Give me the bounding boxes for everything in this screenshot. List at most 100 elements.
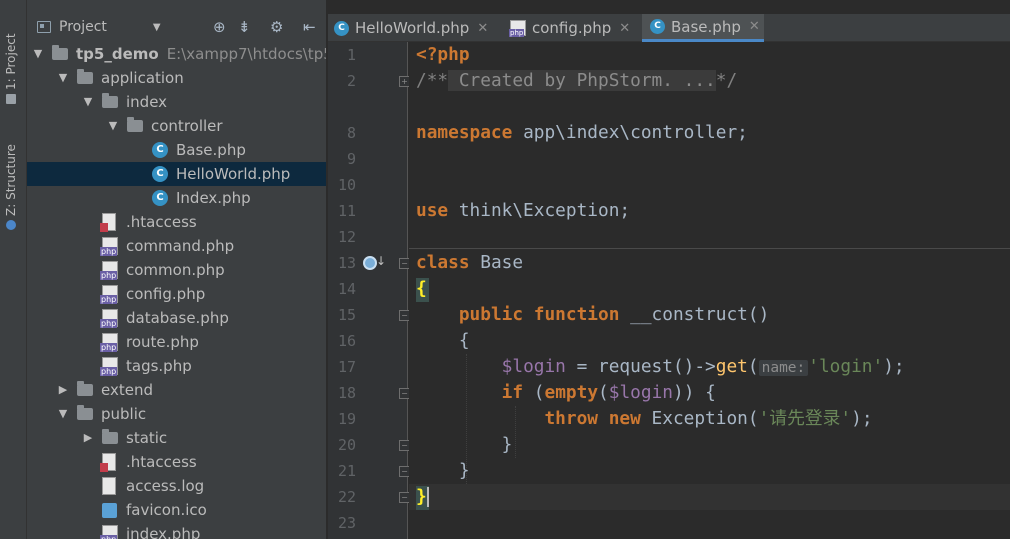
tree-item-label: tags.php [126, 357, 192, 375]
tree-item[interactable]: ▼ controller [27, 114, 326, 138]
expanded-arrow-icon[interactable]: ▼ [57, 66, 69, 90]
expanded-arrow-icon[interactable]: ▼ [107, 114, 119, 138]
close-icon[interactable]: ✕ [477, 21, 488, 36]
code-line-2[interactable]: /** Created by PhpStorm. ...*/ [416, 68, 737, 94]
tree-item-label: HelloWorld.php [176, 165, 291, 183]
php-class-icon: C [152, 190, 168, 206]
tree-item[interactable]: favicon.ico [27, 498, 326, 522]
code-line-14[interactable]: class Base [416, 250, 523, 276]
folder-icon [77, 69, 93, 84]
php-class-icon: C [152, 166, 168, 182]
code-line-12[interactable]: use think\Exception; [416, 198, 630, 224]
tree-item[interactable]: ▼ tp5_demo E:\xampp7\htdocs\tp5 [27, 42, 326, 66]
line-number: 23 [337, 514, 356, 532]
code-line-18[interactable]: $login = request()->get(name:'login'); [416, 354, 905, 380]
php-class-icon: C [152, 142, 168, 158]
folder-icon [77, 405, 93, 420]
tree-item[interactable]: C HelloWorld.php [27, 162, 326, 186]
tree-item-label: config.php [126, 285, 206, 303]
tree-item[interactable]: command.php [27, 234, 326, 258]
code-line-15[interactable]: { [416, 276, 427, 302]
php-file-icon [509, 20, 526, 37]
folder-icon [77, 381, 93, 396]
chevron-down-icon[interactable]: ▼ [153, 22, 161, 33]
php-file-icon [100, 333, 118, 352]
code-line-23[interactable]: } [416, 484, 427, 510]
tree-item[interactable]: tags.php [27, 354, 326, 378]
tab-config-php[interactable]: config.php ✕ [509, 14, 630, 42]
locate-icon[interactable]: ⊕ [213, 20, 226, 35]
tree-item[interactable]: ▼ index [27, 90, 326, 114]
structure-tool-tab[interactable]: Z: Structure [4, 144, 18, 230]
code-editor[interactable]: <?php /** Created by PhpStorm. ...*/ nam… [409, 42, 1010, 539]
tree-item[interactable]: .htaccess [27, 210, 326, 234]
overrides-marker-icon[interactable]: ↓ [363, 254, 386, 272]
line-number: 1 [346, 46, 356, 64]
tree-item-label: .htaccess [126, 213, 197, 231]
gear-icon[interactable]: ⚙ [270, 20, 283, 35]
collapsed-arrow-icon[interactable]: ▶ [82, 426, 94, 450]
hide-panel-icon[interactable]: ⇤ [303, 20, 316, 35]
tree-item[interactable]: ▶ extend [27, 378, 326, 402]
tree-item-label: controller [151, 117, 223, 135]
tree-item[interactable]: common.php [27, 258, 326, 282]
expanded-arrow-icon[interactable]: ▼ [82, 90, 94, 114]
project-view-selector[interactable]: Project [59, 19, 107, 35]
tree-item[interactable]: .htaccess [27, 450, 326, 474]
tree-item-label: extend [101, 381, 153, 399]
line-number: 22 [337, 488, 356, 506]
tree-item-label: Index.php [176, 189, 251, 207]
php-file-icon [100, 357, 118, 376]
close-icon[interactable]: ✕ [749, 19, 760, 34]
code-line-21[interactable]: } [416, 432, 513, 458]
php-file-icon [100, 309, 118, 328]
tree-item[interactable]: ▼ application [27, 66, 326, 90]
expanded-arrow-icon[interactable]: ▼ [57, 402, 69, 426]
tree-item[interactable]: database.php [27, 306, 326, 330]
code-line-22[interactable]: } [416, 458, 470, 484]
tree-item-label: database.php [126, 309, 229, 327]
collapsed-arrow-icon[interactable]: ▶ [57, 378, 69, 402]
tree-item-label: application [101, 69, 184, 87]
tab-label: config.php [532, 19, 612, 37]
code-line-16[interactable]: public function __construct() [416, 302, 769, 328]
php-class-icon: C [650, 19, 665, 34]
text-file-icon [102, 477, 116, 495]
line-number: 16 [337, 332, 356, 350]
tab-helloworld-php[interactable]: C HelloWorld.php ✕ [334, 14, 488, 42]
tree-item[interactable]: C Index.php [27, 186, 326, 210]
tree-item[interactable]: C Base.php [27, 138, 326, 162]
tree-item[interactable]: index.php [27, 522, 326, 539]
line-number: 11 [337, 202, 356, 220]
project-panel-header: Project ▼ ⊕ ⇟ ⚙ ⇤ [27, 14, 326, 40]
tool-window-strip: 1: Project Z: Structure [0, 0, 27, 539]
close-icon[interactable]: ✕ [619, 21, 630, 36]
htaccess-file-icon [100, 453, 116, 472]
collapse-all-icon[interactable]: ⇟ [238, 20, 251, 35]
tree-item[interactable]: ▼ public [27, 402, 326, 426]
tab-label: Base.php [671, 17, 741, 36]
code-line-17[interactable]: { [416, 328, 470, 354]
folder-icon [102, 93, 118, 108]
tab-base-php[interactable]: C Base.php ✕ [642, 14, 764, 42]
folder-icon [127, 117, 143, 132]
editor-gutter[interactable]: ↓ + − − − − − − 1 2 8 9 10 11 12 13 14 15 16 17 18 19… [328, 42, 410, 539]
code-line-19[interactable]: if (empty($login)) { [416, 380, 716, 406]
folded-comment: Created by PhpStorm. ... [448, 70, 716, 91]
project-tree: ▼ tp5_demo E:\xampp7\htdocs\tp5 ▼ applicatio… [27, 42, 326, 539]
tree-item-label: index [126, 93, 168, 111]
tree-item[interactable]: config.php [27, 282, 326, 306]
project-tool-tab[interactable]: 1: Project [4, 33, 18, 104]
expanded-arrow-icon[interactable]: ▼ [32, 42, 44, 66]
tab-label: HelloWorld.php [355, 19, 470, 37]
tree-item-label: public [101, 405, 147, 423]
tree-item[interactable]: ▶ static [27, 426, 326, 450]
project-tool-label: 1: Project [4, 33, 18, 90]
line-number: 10 [337, 176, 356, 194]
tree-item[interactable]: access.log [27, 474, 326, 498]
code-line-9[interactable]: namespace app\index\controller; [416, 120, 748, 146]
tree-item[interactable]: route.php [27, 330, 326, 354]
code-line-20[interactable]: throw new Exception('请先登录'); [416, 406, 872, 432]
tree-item-label: access.log [126, 477, 205, 495]
code-line-1[interactable]: <?php [416, 42, 470, 68]
